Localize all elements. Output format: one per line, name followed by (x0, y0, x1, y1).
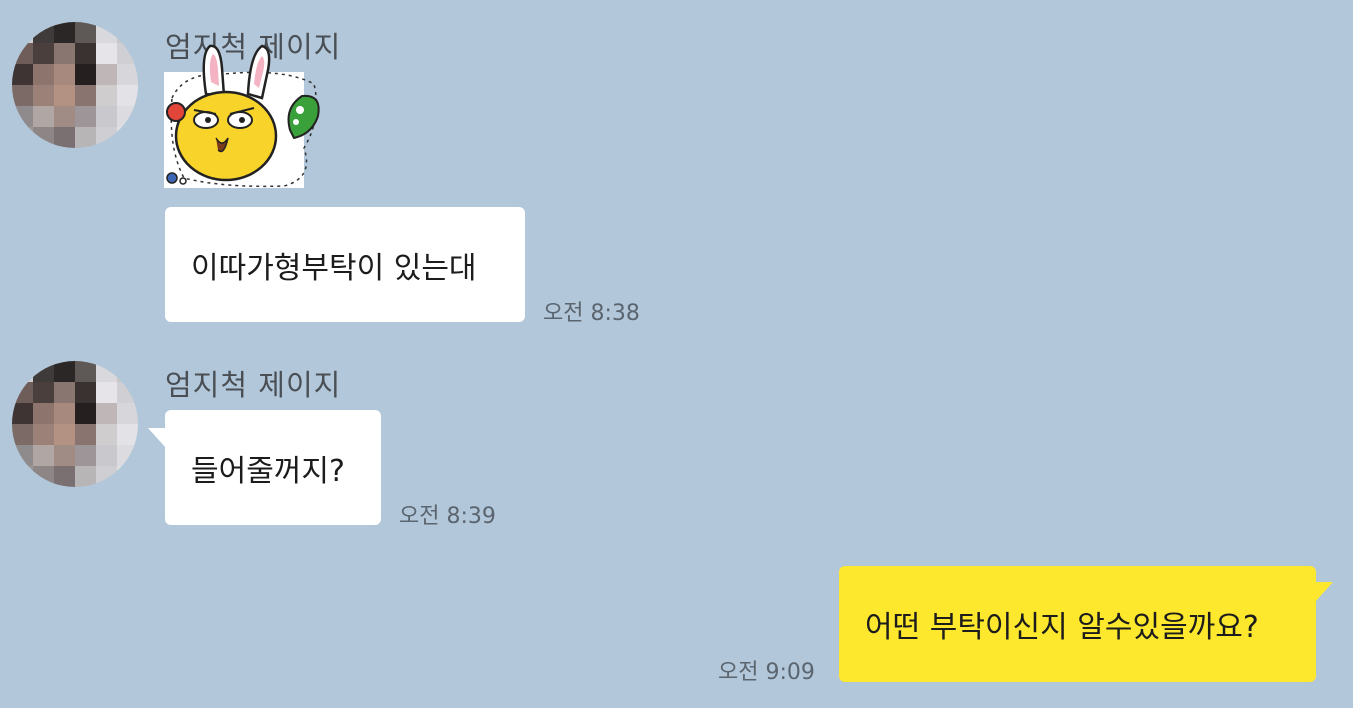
sender-avatar[interactable] (12, 22, 138, 148)
message-bubble-outgoing[interactable]: 어떤 부탁이신지 알수있을까요? (839, 566, 1333, 682)
message-text: 이따가형부탁이 있는대 (191, 250, 477, 286)
message-time: 오전 8:38 (543, 301, 640, 326)
kakao-friend-sticker[interactable] (164, 38, 324, 190)
message-bubble[interactable]: 들어줄꺼지? (148, 410, 381, 525)
message-time: 오전 8:39 (399, 504, 496, 529)
message-bubble[interactable]: 이따가형부탁이 있는대 (165, 207, 525, 322)
sender-avatar[interactable] (12, 361, 138, 487)
message-text: 어떤 부탁이신지 알수있을까요? (865, 610, 1259, 645)
message-time: 오전 9:09 (718, 660, 815, 685)
sticker-image (164, 44, 320, 188)
message-text: 들어줄꺼지? (191, 453, 345, 489)
chat-area[interactable]: 엄지척 제이지 이따가형부탁이 있는대 오전 8:38 엄지척 제이지 들어줄꺼… (0, 0, 1353, 708)
sender-name: 엄지척 제이지 (165, 368, 342, 402)
